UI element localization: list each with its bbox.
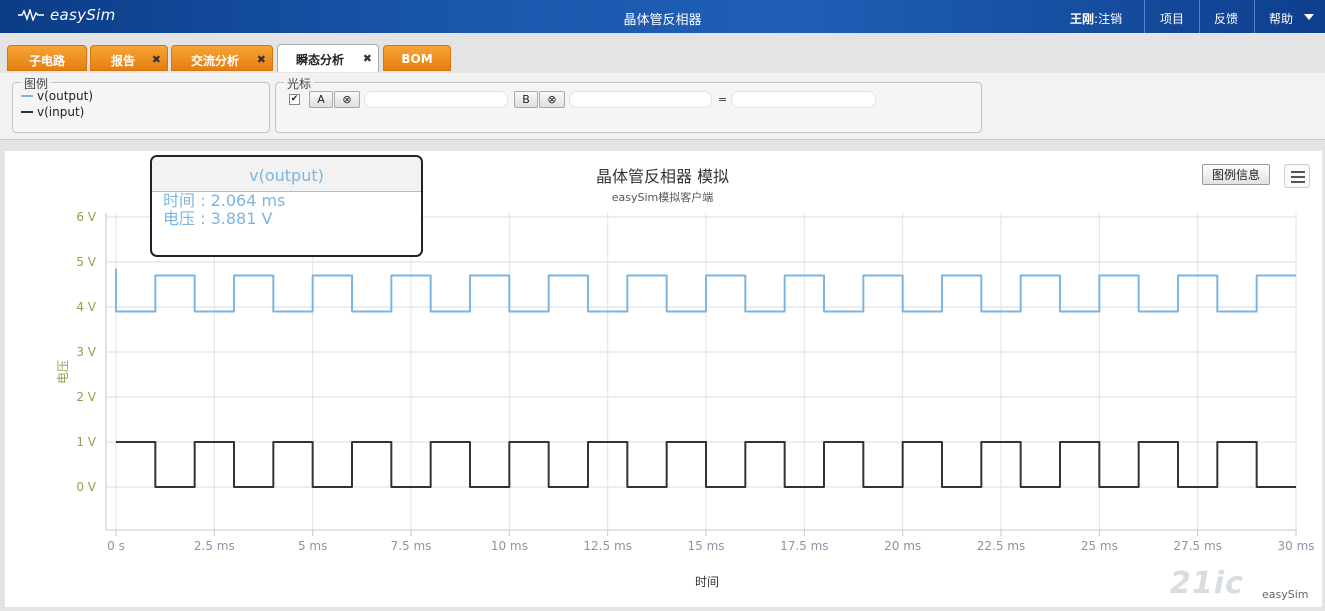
x-tick-label: 2.5 ms bbox=[194, 539, 235, 553]
tooltip-time: 时间 : 2.064 ms bbox=[163, 191, 286, 210]
transient-chart[interactable]: 0 V 1 V 2 V 3 V 4 V 5 V 6 V 0 s 2.5 ms 5 ms 7.5 ms… bbox=[0, 0, 1325, 611]
y-tick-label: 5 V bbox=[76, 255, 96, 269]
watermark-text: easySim bbox=[1262, 588, 1309, 601]
x-tick-label: 5 ms bbox=[298, 539, 327, 553]
y-tick-label: 0 V bbox=[76, 480, 96, 494]
x-tick-label: 7.5 ms bbox=[391, 539, 432, 553]
legend-info-button[interactable]: 图例信息 bbox=[1202, 164, 1270, 185]
watermark-logo: 21ic bbox=[1170, 566, 1244, 601]
x-tick-label: 20 ms bbox=[884, 539, 921, 553]
tooltip-voltage: 电压 : 3.881 V bbox=[163, 209, 273, 228]
x-tick-label: 10 ms bbox=[491, 539, 528, 553]
x-tick-label: 15 ms bbox=[687, 539, 724, 553]
y-tick-label: 3 V bbox=[76, 345, 96, 359]
x-axis-label: 时间 bbox=[695, 575, 719, 589]
chart-menu-icon[interactable] bbox=[1284, 164, 1310, 188]
x-tick-label: 17.5 ms bbox=[780, 539, 828, 553]
series-line-v-output bbox=[115, 268, 1296, 313]
tooltip-series: v(output) bbox=[152, 157, 421, 192]
chart-tooltip: v(output) 时间 : 2.064 ms 电压 : 3.881 V bbox=[150, 155, 423, 257]
x-tick-label: 30 ms bbox=[1277, 539, 1314, 553]
x-tick-label: 12.5 ms bbox=[583, 539, 631, 553]
x-tick-label: 25 ms bbox=[1081, 539, 1118, 553]
y-tick-label: 6 V bbox=[76, 210, 96, 224]
y-tick-label: 2 V bbox=[76, 390, 96, 404]
y-tick-label: 4 V bbox=[76, 300, 96, 314]
y-tick-label: 1 V bbox=[76, 435, 96, 449]
series-line-v-input bbox=[116, 441, 1296, 488]
x-tick-label: 0 s bbox=[107, 539, 125, 553]
y-axis-label: 电压 bbox=[56, 360, 70, 384]
x-tick-label: 22.5 ms bbox=[977, 539, 1025, 553]
x-tick-label: 27.5 ms bbox=[1173, 539, 1221, 553]
